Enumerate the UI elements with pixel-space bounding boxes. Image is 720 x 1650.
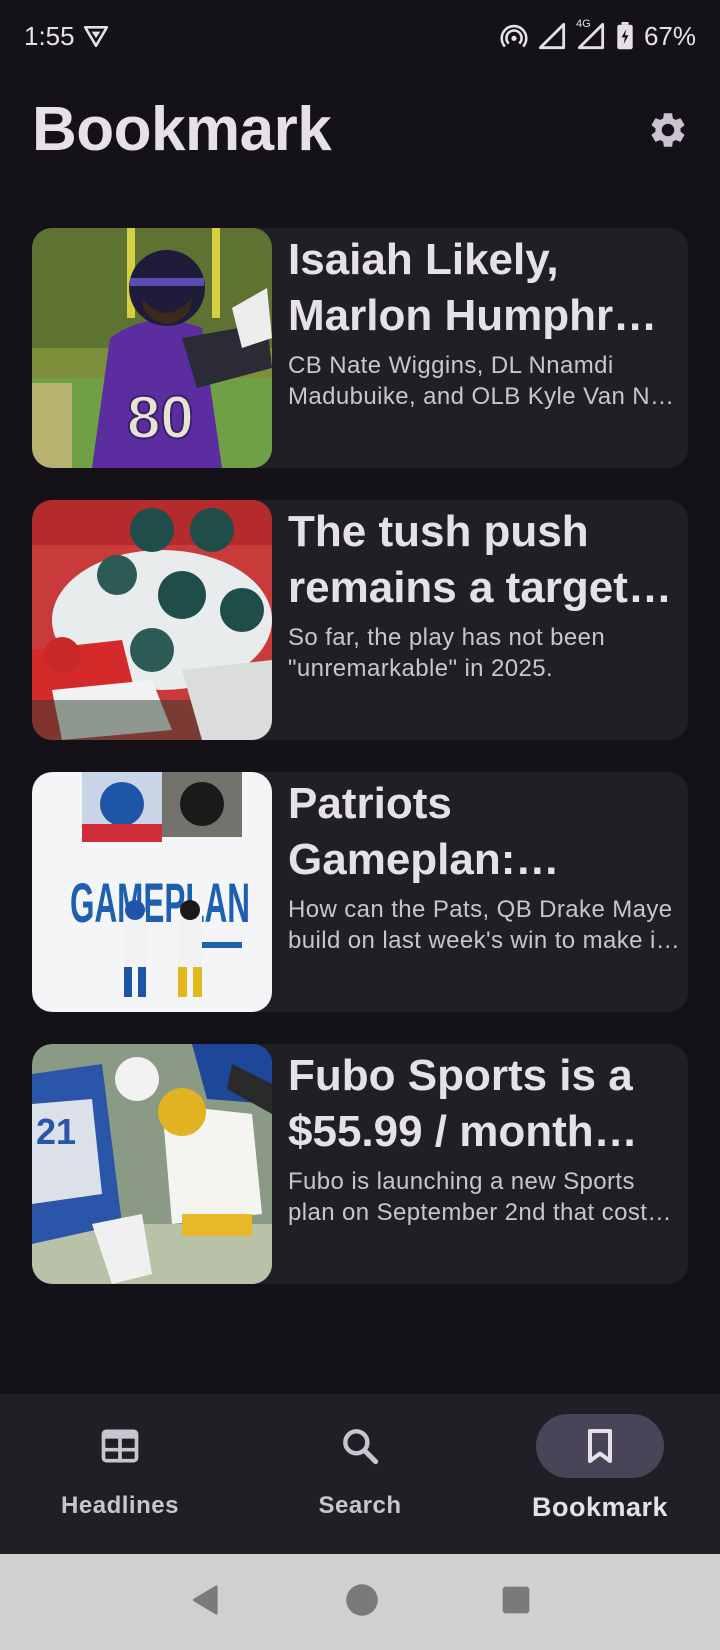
card-text: Fubo Sports is a $55.99 / month streamin… xyxy=(288,1048,680,1228)
nav-item-bookmark[interactable]: Bookmark xyxy=(480,1394,720,1554)
bookmark-card[interactable]: GAMEPLAN Patriots Gameplan: Previewing S… xyxy=(32,772,688,1012)
bottom-navigation: Headlines Search Bookmark xyxy=(0,1394,720,1554)
bookmark-card[interactable]: 80 Isaiah Likely, Marlon Humphrey, Nnamd… xyxy=(32,228,688,468)
newspaper-icon xyxy=(101,1429,139,1463)
recents-square-icon xyxy=(502,1586,530,1613)
back-triangle-icon xyxy=(192,1584,218,1615)
nav-label: Bookmark xyxy=(531,1492,669,1522)
article-summary: How can the Pats, QB Drake Maye build on… xyxy=(288,896,673,954)
article-title: The tush push remains a target for oppon… xyxy=(288,507,628,612)
nav-item-headlines[interactable]: Headlines xyxy=(0,1394,240,1554)
article-thumbnail: 21 xyxy=(32,1044,272,1284)
nav-pill-active xyxy=(536,1414,664,1478)
status-right: 4G 67% xyxy=(500,18,696,52)
card-text: The tush push remains a target for oppon… xyxy=(288,504,680,684)
page-title: Bookmark xyxy=(32,95,332,164)
nav-item-search[interactable]: Search xyxy=(240,1394,480,1554)
article-thumbnail: 80 xyxy=(32,228,272,468)
system-navigation-bar xyxy=(0,1554,720,1650)
mobile-data-signal-icon: 4G xyxy=(576,18,606,50)
network-type-label: 4G xyxy=(575,18,591,30)
nav-pill xyxy=(296,1414,424,1478)
back-button[interactable] xyxy=(188,1582,224,1623)
article-thumbnail: GAMEPLAN xyxy=(32,772,272,1012)
battery-percent: 67% xyxy=(643,20,696,51)
article-summary: CB Nate Wiggins, DL Nnamdi Madubuike, an… xyxy=(288,352,677,410)
home-circle-icon xyxy=(346,1583,378,1616)
header: Bookmark xyxy=(0,84,720,180)
article-thumbnail xyxy=(32,500,272,740)
bookmark-card[interactable]: 21 Fubo Sports is a $55.99 / month strea… xyxy=(32,1044,688,1284)
article-title: Isaiah Likely, Marlon Humphrey, Nnamdi M… xyxy=(288,235,672,340)
status-left: 1:55 xyxy=(24,21,109,52)
card-text: Isaiah Likely, Marlon Humphrey, Nnamdi M… xyxy=(288,232,680,412)
status-time: 1:55 xyxy=(24,20,75,51)
battery-charging-icon xyxy=(616,22,634,50)
bookmark-card[interactable]: The tush push remains a target for oppon… xyxy=(32,500,688,740)
hotspot-icon xyxy=(500,22,528,50)
nav-pill xyxy=(56,1414,184,1478)
nav-label: Headlines xyxy=(61,1492,179,1519)
svg-text:80: 80 xyxy=(127,384,194,451)
signal-icon xyxy=(538,22,566,50)
recents-button[interactable] xyxy=(500,1584,532,1621)
article-summary: Fubo is launching a new Sports plan on S… xyxy=(288,1168,660,1226)
home-button[interactable] xyxy=(344,1582,380,1623)
svg-text:21: 21 xyxy=(36,1111,76,1152)
bookmark-icon xyxy=(588,1429,612,1463)
status-bar: 1:55 4G 67% xyxy=(0,0,720,72)
card-text: Patriots Gameplan: Previewing Sunday's m… xyxy=(288,776,680,956)
nav-label: Search xyxy=(318,1492,402,1519)
article-summary: So far, the play has not been "unremarka… xyxy=(288,624,606,682)
settings-button[interactable] xyxy=(644,106,692,154)
gear-icon xyxy=(651,113,685,147)
bookmark-list: 80 Isaiah Likely, Marlon Humphrey, Nnamd… xyxy=(32,228,688,1316)
vpn-shield-icon xyxy=(83,23,109,49)
search-icon xyxy=(343,1429,379,1465)
article-title: Fubo Sports is a $55.99 / month streamin… xyxy=(288,1051,633,1156)
article-title: Patriots Gameplan: Previewing Sunday's m… xyxy=(288,779,516,884)
gameplan-thumb-text: GAMEPLAN xyxy=(70,871,250,934)
